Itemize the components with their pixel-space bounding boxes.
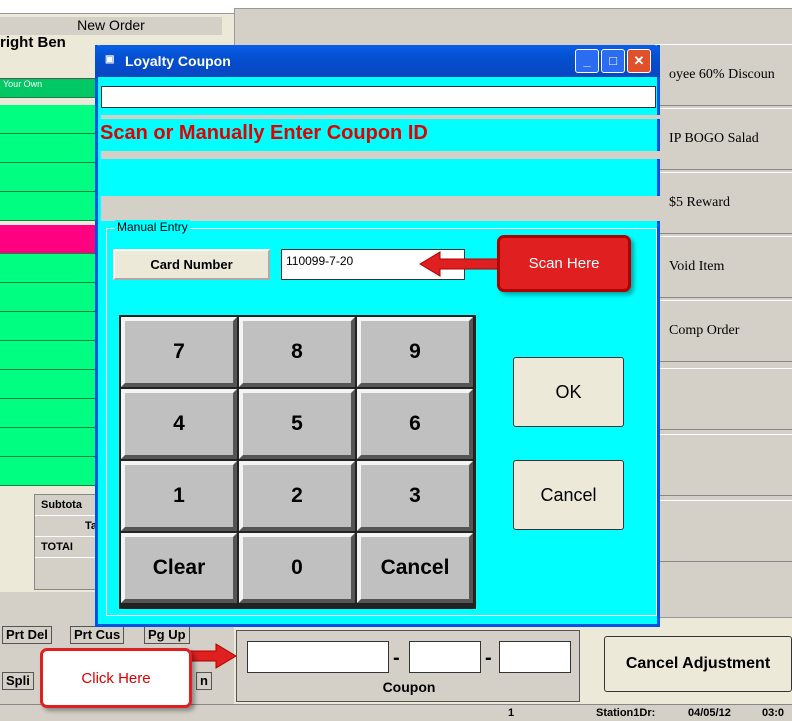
key-1[interactable]: 1 — [121, 461, 237, 531]
total-label: TOTAI — [35, 537, 103, 558]
key-4[interactable]: 4 — [121, 389, 237, 459]
comp-order-button[interactable]: Comp Order — [655, 300, 792, 362]
customer-name: right Ben — [0, 34, 66, 51]
status-station: Station1Dr: — [596, 707, 656, 719]
unknown-button[interactable]: n — [196, 672, 212, 690]
ok-button[interactable]: OK — [513, 357, 624, 427]
list-item[interactable] — [0, 254, 96, 283]
key-5[interactable]: 5 — [239, 389, 355, 459]
coupon-dash: - — [485, 647, 492, 669]
bogo-salad-button[interactable]: IP BOGO Salad — [655, 108, 792, 170]
coupon-input-1[interactable] — [247, 641, 389, 673]
list-item[interactable] — [0, 283, 96, 312]
dialog-title: Loyalty Coupon — [125, 53, 231, 69]
prt-del-button[interactable]: Prt Del — [2, 626, 52, 644]
list-item-selected[interactable] — [0, 225, 96, 254]
coupon-prompt: Scan or Manually Enter Coupon ID — [100, 122, 428, 144]
key-7[interactable]: 7 — [121, 317, 237, 387]
list-item[interactable] — [0, 192, 96, 221]
minimize-icon[interactable]: _ — [575, 49, 599, 73]
manual-entry-label: Manual Entry — [115, 220, 190, 234]
divider — [101, 151, 660, 159]
blank-function-button[interactable] — [655, 500, 792, 562]
coupon-dash: - — [393, 647, 400, 669]
list-item[interactable] — [0, 457, 96, 486]
window-icon: ▣ — [105, 54, 115, 65]
key-6[interactable]: 6 — [357, 389, 473, 459]
status-time: 03:0 — [762, 707, 785, 719]
new-order-header: New Order — [0, 17, 222, 35]
scan-here-callout: Scan Here — [497, 235, 631, 292]
totals-panel: Subtota Ta TOTAI — [34, 494, 104, 590]
card-number-field[interactable]: 110099-7-20 — [281, 249, 465, 280]
list-item[interactable] — [0, 163, 96, 192]
key-cancel[interactable]: Cancel — [357, 533, 473, 603]
blank-function-button[interactable] — [655, 368, 792, 430]
coupon-input-3[interactable] — [499, 641, 571, 673]
employee-discount-button[interactable]: oyee 60% Discoun — [655, 44, 792, 106]
key-clear[interactable]: Clear — [121, 533, 237, 603]
numeric-keypad: 7 8 9 4 5 6 1 2 3 Clear 0 Cancel — [119, 315, 476, 609]
dialog-titlebar[interactable]: ▣ Loyalty Coupon _ □ ✕ — [95, 45, 660, 77]
list-item[interactable] — [0, 341, 96, 370]
list-header: Your Own — [0, 79, 99, 98]
coupon-input-2[interactable] — [409, 641, 481, 673]
key-3[interactable]: 3 — [357, 461, 473, 531]
list-item[interactable] — [0, 134, 96, 163]
close-icon[interactable]: ✕ — [627, 49, 651, 73]
prt-cus-button[interactable]: Prt Cus — [70, 626, 125, 644]
pg-up-button[interactable]: Pg Up — [144, 626, 190, 644]
split-button[interactable]: Spli — [2, 672, 34, 690]
list-item[interactable] — [0, 428, 96, 457]
status-field: 1 — [508, 707, 515, 719]
coupon-label: Coupon — [382, 679, 436, 695]
cancel-button[interactable]: Cancel — [513, 460, 624, 530]
list-item[interactable] — [0, 399, 96, 428]
status-date: 04/05/12 — [688, 707, 731, 719]
list-item[interactable] — [0, 105, 96, 134]
maximize-icon[interactable]: □ — [601, 49, 625, 73]
cancel-adjustment-button[interactable]: Cancel Adjustment — [604, 636, 792, 692]
void-item-button[interactable]: Void Item — [655, 236, 792, 298]
key-9[interactable]: 9 — [357, 317, 473, 387]
coupon-entry: - - Coupon — [236, 630, 580, 702]
list-item[interactable] — [0, 312, 96, 341]
subtotal-label: Subtota — [35, 495, 103, 516]
reward-button[interactable]: $5 Reward — [655, 172, 792, 234]
key-0[interactable]: 0 — [239, 533, 355, 603]
click-here-callout: Click Here — [40, 648, 192, 708]
coupon-id-input[interactable] — [101, 86, 656, 108]
key-8[interactable]: 8 — [239, 317, 355, 387]
card-number-button[interactable]: Card Number — [113, 249, 270, 280]
key-2[interactable]: 2 — [239, 461, 355, 531]
order-item-list: Your Own — [0, 78, 99, 488]
tax-label: Ta — [35, 516, 103, 537]
divider — [101, 196, 660, 221]
blank-function-button[interactable] — [655, 434, 792, 496]
list-item[interactable] — [0, 370, 96, 399]
